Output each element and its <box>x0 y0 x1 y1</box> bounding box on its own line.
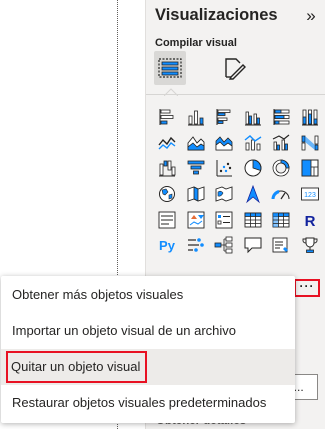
stacked-area-chart-icon[interactable] <box>210 130 239 156</box>
collapse-pane-button[interactable]: » <box>302 6 320 26</box>
pane-title: Visualizaciones <box>155 6 278 24</box>
kpi-icon[interactable] <box>182 207 211 233</box>
context-menu: Obtener más objetos visuales Importar un… <box>1 276 295 423</box>
build-visual-icon <box>158 58 182 78</box>
menu-item-restore-default-visuals[interactable]: Restaurar objetos visuales predeterminad… <box>1 385 295 421</box>
menu-item-remove-visual[interactable]: Quitar un objeto visual <box>1 349 295 385</box>
map-icon[interactable] <box>153 181 182 207</box>
area-chart-icon[interactable] <box>182 130 211 156</box>
funnel-chart-icon[interactable] <box>182 155 211 181</box>
filled-map-icon[interactable] <box>182 181 211 207</box>
donut-chart-icon[interactable] <box>267 155 296 181</box>
format-visual-icon <box>225 58 246 80</box>
python-visual-icon[interactable]: Py <box>153 232 182 258</box>
visual-types-grid: 123 R Py <box>153 104 323 258</box>
menu-item-remove-visual-label: Quitar un objeto visual <box>6 351 148 383</box>
ribbon-chart-icon[interactable] <box>296 130 325 156</box>
100-stacked-bar-chart-icon[interactable] <box>267 104 296 130</box>
matrix-icon[interactable] <box>267 207 296 233</box>
svg-text:Py: Py <box>159 238 176 253</box>
qa-icon[interactable] <box>239 232 268 258</box>
clustered-bar-chart-icon[interactable] <box>210 104 239 130</box>
section-label: Compilar visual <box>155 37 237 49</box>
pane-divider <box>146 94 325 95</box>
line-chart-icon[interactable] <box>153 130 182 156</box>
pie-chart-icon[interactable] <box>239 155 268 181</box>
stacked-column-chart-icon[interactable] <box>182 104 211 130</box>
format-visual-tab[interactable] <box>218 51 250 85</box>
line-and-clustered-column-chart-icon[interactable] <box>267 130 296 156</box>
key-influencers-icon[interactable] <box>182 232 211 258</box>
smart-narrative-icon[interactable] <box>267 232 296 258</box>
waterfall-chart-icon[interactable] <box>153 155 182 181</box>
decomposition-tree-icon[interactable] <box>210 232 239 258</box>
trophy-icon[interactable] <box>296 232 325 258</box>
menu-item-get-more-visuals[interactable]: Obtener más objetos visuales <box>1 277 295 313</box>
more-options-button[interactable]: ··· <box>294 279 320 297</box>
treemap-icon[interactable] <box>296 155 325 181</box>
gauge-icon[interactable] <box>267 181 296 207</box>
svg-text:R: R <box>304 213 315 230</box>
slicer-icon[interactable] <box>210 207 239 233</box>
svg-text:123: 123 <box>304 192 316 199</box>
azure-map-icon[interactable] <box>239 181 268 207</box>
line-and-column-chart-icon[interactable] <box>239 130 268 156</box>
multi-row-card-icon[interactable] <box>153 207 182 233</box>
100-stacked-column-chart-icon[interactable] <box>296 104 325 130</box>
shape-map-icon[interactable] <box>210 181 239 207</box>
scatter-chart-icon[interactable] <box>210 155 239 181</box>
stacked-bar-chart-icon[interactable] <box>153 104 182 130</box>
card-icon[interactable]: 123 <box>296 181 325 207</box>
table-icon[interactable] <box>239 207 268 233</box>
clustered-column-chart-icon[interactable] <box>239 104 268 130</box>
r-visual-icon[interactable]: R <box>296 207 325 233</box>
build-visual-tab[interactable] <box>154 51 186 85</box>
menu-item-import-visual-from-file[interactable]: Importar un objeto visual de un archivo <box>1 313 295 349</box>
